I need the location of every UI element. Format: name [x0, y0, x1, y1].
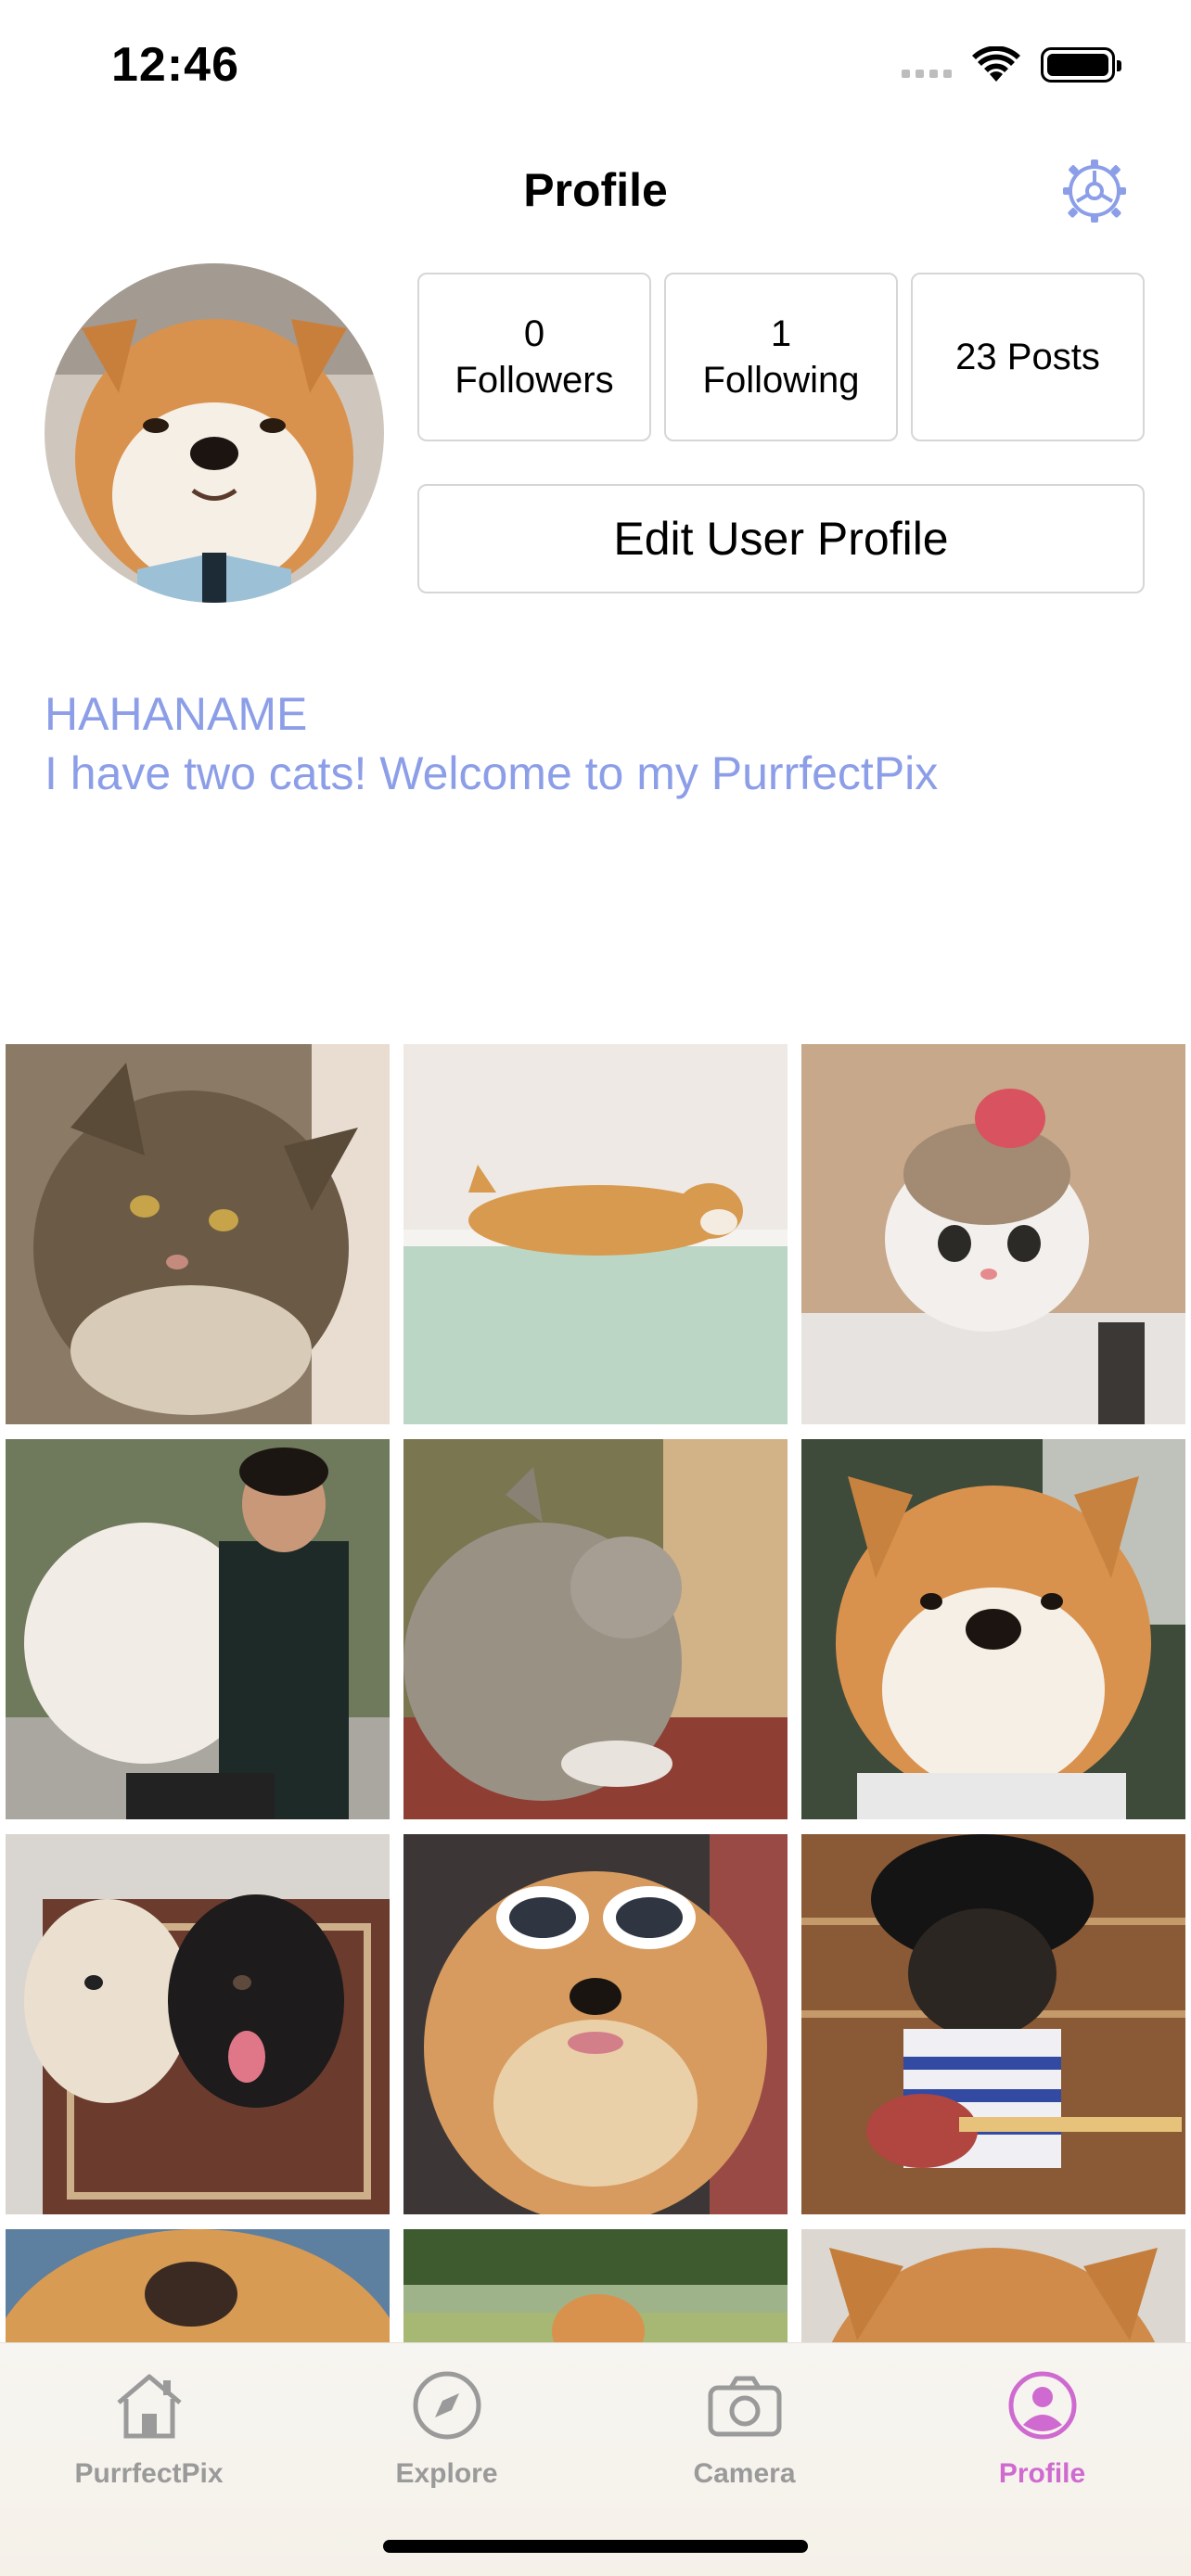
status-icons — [902, 46, 1121, 83]
following-label: Following — [702, 360, 860, 401]
tab-label-camera: Camera — [693, 2458, 796, 2489]
person-circle-icon — [1008, 2371, 1076, 2440]
home-indicator[interactable] — [383, 2540, 808, 2553]
house-icon — [116, 2374, 182, 2439]
followers-label: Followers — [455, 360, 614, 401]
bio-text: I have two cats! Welcome to my PurrfectP… — [45, 747, 939, 799]
posts-stat[interactable]: 23 Posts — [911, 273, 1145, 441]
profile-bio-block: HAHANAME I have two cats! Welcome to my … — [45, 684, 938, 803]
posts-label: 23 Posts — [955, 337, 1100, 377]
status-time: 12:46 — [111, 38, 239, 92]
followers-stat[interactable]: 0 Followers — [417, 273, 651, 441]
following-stat[interactable]: 1 Following — [664, 273, 898, 441]
post-thumbnail-gray-cat-by-window[interactable] — [403, 1439, 788, 1819]
tab-label-purrfectpix: PurrfectPix — [74, 2458, 224, 2489]
post-thumbnail-golden-dog-closeup[interactable] — [6, 2229, 390, 2342]
post-thumbnail-cat-with-flamingo-hat[interactable] — [801, 1044, 1185, 1424]
camera-icon — [708, 2376, 781, 2437]
avatar[interactable] — [45, 263, 384, 603]
tab-label-profile: Profile — [998, 2458, 1086, 2489]
post-thumbnail-man-holding-white-dog[interactable] — [6, 1439, 390, 1819]
post-thumbnail-tabby-cat[interactable] — [6, 1044, 390, 1424]
tab-label-explore: Explore — [395, 2458, 498, 2489]
post-thumbnail-two-dogs-on-rug[interactable] — [6, 1834, 390, 2214]
tab-purrfectpix[interactable]: PurrfectPix — [0, 2343, 298, 2492]
post-thumbnail-shiba-portrait[interactable] — [801, 1439, 1185, 1819]
username: HAHANAME — [45, 688, 308, 740]
compass-icon — [413, 2371, 480, 2440]
post-thumbnail-pug-with-guitar[interactable] — [801, 1834, 1185, 2214]
gear-icon — [1063, 159, 1126, 223]
battery-icon — [1041, 47, 1121, 83]
wifi-icon — [972, 46, 1020, 82]
settings-button[interactable] — [1061, 158, 1128, 224]
page-title: Profile — [523, 164, 668, 216]
edit-profile-button[interactable]: Edit User Profile — [417, 484, 1145, 593]
post-thumbnail-dog-on-grass[interactable] — [403, 2229, 788, 2342]
tab-profile[interactable]: Profile — [893, 2343, 1191, 2492]
post-thumbnail-shiba-in-bathtub[interactable] — [403, 1044, 788, 1424]
status-bar: 12:46 — [0, 0, 1191, 139]
tab-explore[interactable]: Explore — [298, 2343, 596, 2492]
following-count: 1 — [770, 313, 792, 354]
followers-count: 0 — [523, 313, 545, 354]
cellular-signal-icon — [902, 52, 952, 78]
post-thumbnail-chow-with-sunglasses[interactable] — [403, 1834, 788, 2214]
tab-camera[interactable]: Camera — [596, 2343, 893, 2492]
post-thumbnail-shiba-closeup[interactable] — [801, 2229, 1185, 2342]
post-grid — [6, 1044, 1185, 2342]
